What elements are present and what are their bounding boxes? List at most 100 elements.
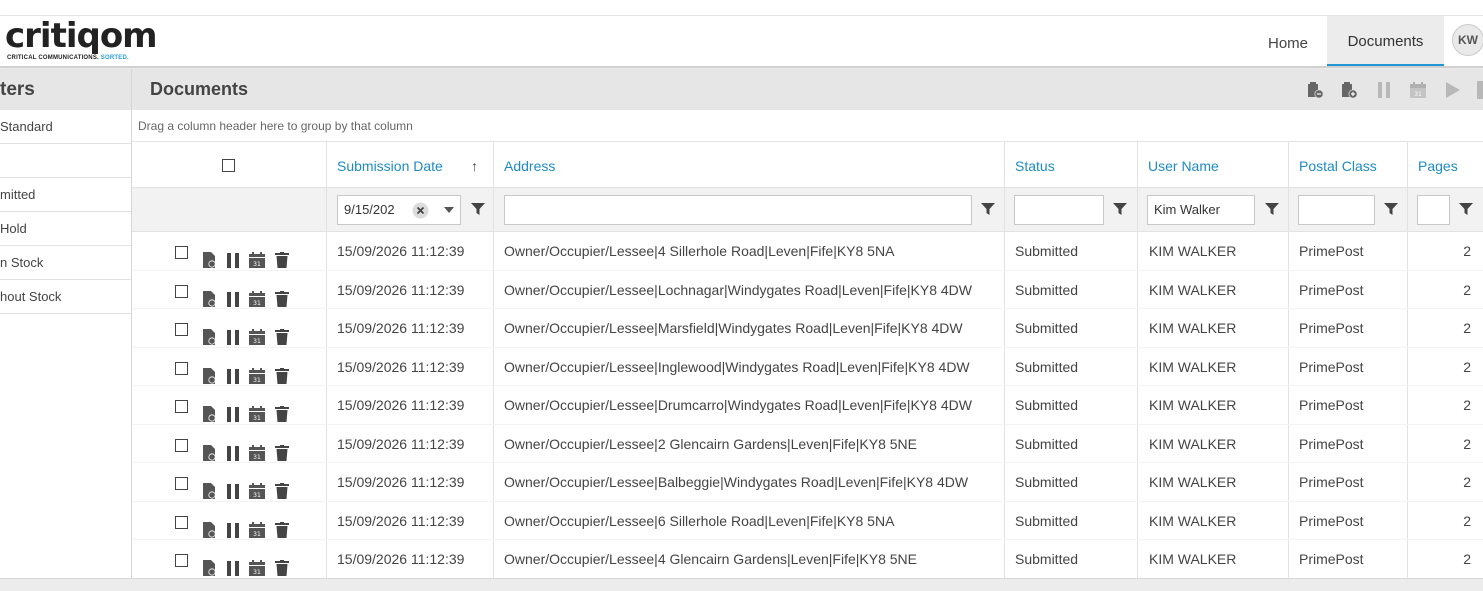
table-row[interactable]: 31 15/09/2026 11:12:39 Owner/Occupier/Less… [132,386,1483,425]
submission-date-filter-input[interactable]: 9/15/202 [337,195,461,225]
row-select-checkbox[interactable] [175,477,188,490]
critiqom-logo[interactable]: critiqom CRITICAL COMMUNICATIONS. SORTED… [5,16,158,66]
clear-icon[interactable] [412,202,429,219]
calendar-icon[interactable]: 31 [1409,81,1427,99]
table-row[interactable]: 31 15/09/2026 11:12:39 Owner/Occupier/Less… [132,424,1483,463]
address-cell: Owner/Occupier/Lessee|Balbeggie|Windygat… [494,463,1005,501]
row-select-checkbox[interactable] [175,400,188,413]
trash-icon[interactable] [275,283,289,307]
sidebar-item-standard[interactable]: Standard [0,110,131,144]
submission-date-cell: 15/09/2026 11:12:39 [327,424,494,462]
play-icon[interactable] [1443,81,1461,99]
pause-icon[interactable] [226,283,240,307]
calendar-icon[interactable]: 31 [249,321,265,345]
trash-icon[interactable] [275,475,289,499]
sidebar-item-blank[interactable] [0,144,131,178]
table-row[interactable]: 31 15/09/2026 11:12:39 Owner/Occupier/Less… [132,463,1483,502]
toolbar-overflow-icon[interactable] [1477,81,1483,99]
trash-icon[interactable] [275,552,289,576]
column-header-postal-class[interactable]: Postal Class [1289,142,1408,187]
filter-icon[interactable] [1113,202,1127,216]
pages-cell: 2 [1463,512,1471,529]
address-cell: Owner/Occupier/Lessee|Inglewood|Windygat… [494,347,1005,385]
status-cell: Submitted [1005,463,1138,501]
group-by-hint[interactable]: Drag a column header here to group by th… [132,110,1483,142]
document-icon[interactable] [202,283,216,307]
document-icon[interactable] [202,321,216,345]
trash-icon[interactable] [275,514,289,538]
trash-icon[interactable] [275,437,289,461]
postal-class-filter-input[interactable] [1298,195,1375,225]
row-select-checkbox[interactable] [175,515,188,529]
column-header-status[interactable]: Status [1005,142,1138,187]
calendar-icon[interactable]: 31 [249,437,265,461]
nav-documents-link[interactable]: Documents [1327,16,1444,66]
pages-filter-input[interactable] [1417,195,1450,225]
column-header-address[interactable]: Address [494,142,1005,187]
row-select-checkbox[interactable] [175,246,188,259]
calendar-icon[interactable]: 31 [249,283,265,307]
calendar-icon[interactable]: 31 [249,398,265,422]
trash-icon[interactable] [275,398,289,422]
table-row[interactable]: 31 15/09/2026 11:12:39 Owner/Occupier/Less… [132,270,1483,309]
filter-icon[interactable] [1384,202,1398,216]
sidebar-item-submitted[interactable]: mitted [0,178,131,212]
calendar-icon[interactable]: 31 [249,552,265,576]
clipboard-add-icon[interactable] [1340,81,1358,99]
column-header-submission-date[interactable]: Submission Date ↑ [327,142,494,187]
pause-icon[interactable] [226,360,240,384]
pause-icon[interactable] [226,244,240,268]
document-icon[interactable] [202,552,216,576]
row-select-checkbox[interactable] [175,438,188,452]
pause-icon[interactable] [226,552,240,576]
row-select-checkbox[interactable] [175,323,188,336]
document-icon[interactable] [202,437,216,461]
row-select-checkbox[interactable] [175,361,188,375]
sidebar-item-without-stock[interactable]: hout Stock [0,280,131,314]
sidebar-item-hold[interactable]: Hold [0,212,131,246]
trash-icon[interactable] [275,321,289,345]
address-filter-input[interactable] [504,195,972,225]
filter-icon[interactable] [1265,202,1279,216]
table-row[interactable]: 31 15/09/2026 11:12:39 Owner/Occupier/Less… [132,501,1483,540]
pause-icon[interactable] [226,398,240,422]
pause-icon[interactable] [1375,81,1393,99]
row-select-checkbox[interactable] [175,554,188,567]
filter-icon[interactable] [981,202,995,216]
clipboard-remove-icon[interactable] [1306,81,1324,99]
calendar-icon[interactable]: 31 [249,514,265,538]
filter-icon[interactable] [1459,202,1473,216]
document-icon[interactable] [202,514,216,538]
select-all-checkbox[interactable] [222,159,235,172]
column-header-pages[interactable]: Pages [1408,142,1483,187]
pause-icon[interactable] [226,437,240,461]
calendar-icon[interactable]: 31 [249,360,265,384]
document-icon[interactable] [202,398,216,422]
status-filter-input[interactable] [1014,195,1104,225]
pause-icon[interactable] [226,514,240,538]
trash-icon[interactable] [275,244,289,268]
table-row[interactable]: 31 15/09/2026 11:12:39 Owner/Occupier/Less… [132,232,1483,271]
filter-cell-empty [132,188,327,231]
svg-text:31: 31 [253,300,261,307]
sidebar-item-in-stock[interactable]: n Stock [0,246,131,280]
pause-icon[interactable] [226,475,240,499]
row-actions-cell: 31 [132,232,327,270]
table-row[interactable]: 31 15/09/2026 11:12:39 Owner/Occupier/Less… [132,309,1483,348]
filter-icon[interactable] [471,202,485,216]
calendar-icon[interactable]: 31 [249,244,265,268]
column-header-user-name[interactable]: User Name [1138,142,1289,187]
table-row[interactable]: 31 15/09/2026 11:12:39 Owner/Occupier/Less… [132,540,1483,579]
nav-home-link[interactable]: Home [1249,16,1327,66]
pause-icon[interactable] [226,321,240,345]
document-icon[interactable] [202,475,216,499]
calendar-icon[interactable]: 31 [249,475,265,499]
user-name-filter-input[interactable]: Kim Walker [1147,195,1255,225]
document-icon[interactable] [202,360,216,384]
row-select-checkbox[interactable] [175,284,188,298]
document-icon[interactable] [202,244,216,268]
chevron-down-icon[interactable] [444,207,454,213]
table-row[interactable]: 31 15/09/2026 11:12:39 Owner/Occupier/Less… [132,347,1483,386]
trash-icon[interactable] [275,360,289,384]
user-avatar[interactable]: KW [1452,24,1483,56]
